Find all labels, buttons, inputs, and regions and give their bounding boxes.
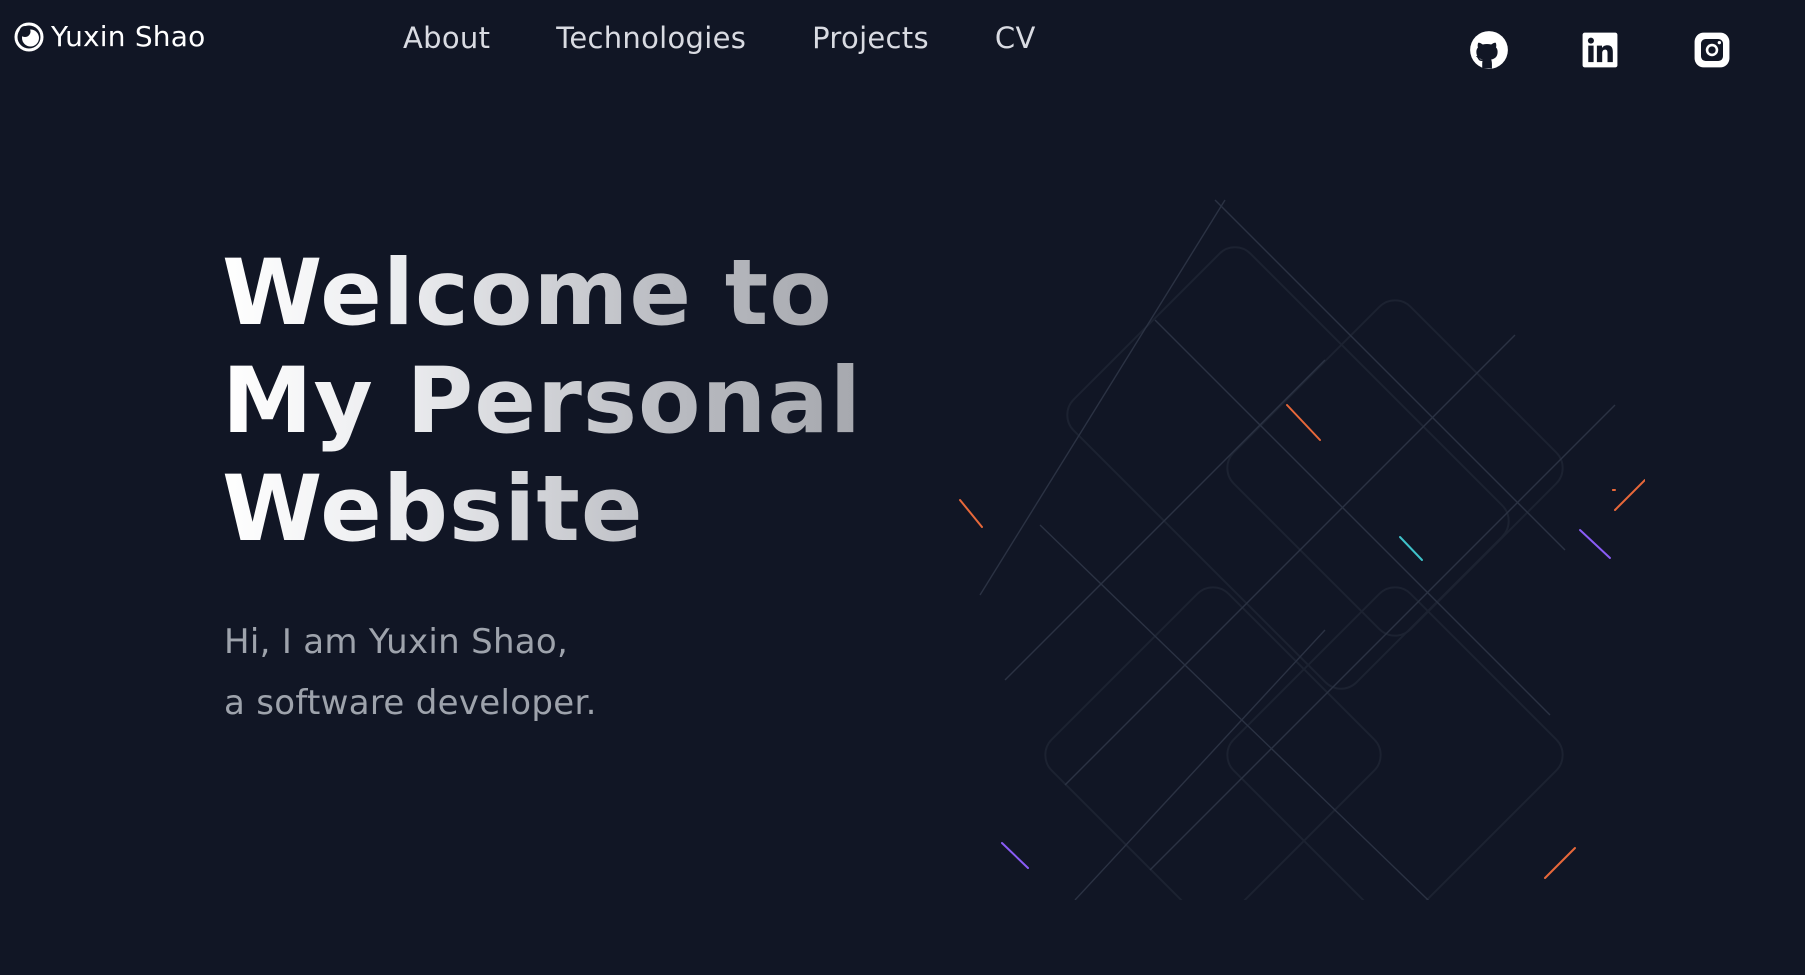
page: Yuxin Shao About Technologies Projects C…	[0, 0, 1805, 975]
decorative-diamond-grid	[925, 180, 1645, 900]
nav-link-cv[interactable]: CV	[995, 18, 1036, 58]
diamond-grid-graphic	[959, 199, 1645, 900]
hero-title-line: Welcome to	[222, 241, 833, 346]
nav-link-projects[interactable]: Projects	[812, 18, 929, 58]
hero-subtitle-line: Hi, I am Yuxin Shao,	[224, 622, 569, 662]
instagram-icon	[1694, 32, 1730, 68]
linkedin-link[interactable]	[1578, 28, 1622, 72]
hero-subtitle: Hi, I am Yuxin Shao, a software develope…	[224, 612, 597, 734]
social-links	[1385, 28, 1805, 72]
crescent-logo-icon	[14, 22, 44, 51]
github-link[interactable]	[1467, 28, 1511, 72]
hero-title-line: My Personal	[222, 349, 862, 454]
brand-name: Yuxin Shao	[51, 20, 206, 53]
hero-title: Welcome to My Personal Website	[222, 240, 862, 564]
linkedin-icon	[1582, 32, 1618, 68]
hero-subtitle-line: a software developer.	[224, 683, 597, 723]
github-icon	[1470, 31, 1508, 69]
nav-link-about[interactable]: About	[403, 18, 490, 58]
nav-link-technologies[interactable]: Technologies	[556, 18, 746, 58]
instagram-link[interactable]	[1690, 28, 1734, 72]
brand-link[interactable]: Yuxin Shao	[13, 20, 205, 53]
main-nav: About Technologies Projects CV	[403, 18, 1102, 58]
hero-title-line: Website	[222, 457, 644, 562]
